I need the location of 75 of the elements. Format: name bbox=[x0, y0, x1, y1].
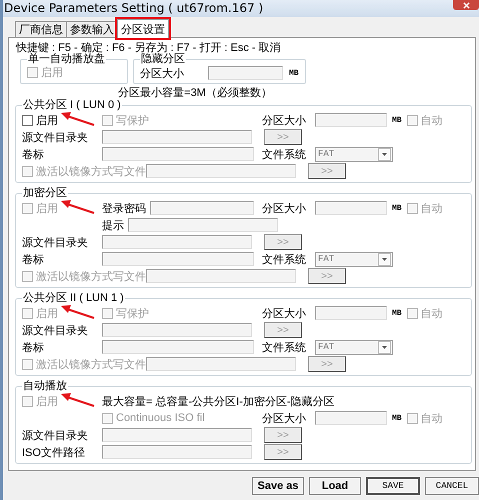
input-field[interactable] bbox=[146, 357, 296, 371]
input-field[interactable] bbox=[102, 445, 252, 459]
field-label: 文件系统 bbox=[262, 340, 306, 354]
field-label: 提示 bbox=[102, 218, 124, 232]
dropdown[interactable]: FAT bbox=[315, 146, 393, 162]
close-icon bbox=[462, 2, 470, 8]
browse-button[interactable]: >> bbox=[264, 427, 302, 443]
group-title: 加密分区 bbox=[22, 187, 68, 199]
input-field[interactable] bbox=[102, 428, 252, 442]
field-label: 登录密码 bbox=[102, 202, 146, 216]
group-title: 公共分区 II ( LUN 1 ) bbox=[22, 292, 125, 304]
browse-button[interactable]: >> bbox=[264, 129, 302, 145]
field-label: 分区大小 bbox=[262, 202, 306, 216]
note-text: 最大容量= 总容量-公共分区I-加密分区-隐藏分区 bbox=[102, 394, 335, 408]
dropdown[interactable]: FAT bbox=[315, 340, 393, 354]
dropdown[interactable]: FAT bbox=[315, 252, 393, 266]
browse-button[interactable]: >> bbox=[264, 322, 302, 338]
input-field[interactable] bbox=[102, 235, 252, 249]
unit-label: MB bbox=[392, 414, 402, 422]
unit-label: MB bbox=[392, 116, 402, 124]
field-label: 源文件目录夹 bbox=[22, 428, 88, 442]
input-field[interactable] bbox=[102, 130, 252, 144]
tab[interactable]: 厂商信息 bbox=[15, 21, 67, 37]
field-label: 分区大小 bbox=[140, 66, 184, 80]
field-label: 文件系统 bbox=[262, 252, 306, 266]
dialog-button[interactable]: CANCEL bbox=[425, 477, 479, 495]
browse-button[interactable]: >> bbox=[264, 234, 302, 250]
tab[interactable]: 分区设置 bbox=[117, 19, 169, 38]
caret-icon bbox=[378, 340, 391, 354]
input-field[interactable] bbox=[146, 269, 296, 283]
group-title: 单一自动播放盘 bbox=[27, 54, 106, 65]
field-label: 卷标 bbox=[22, 340, 44, 354]
input-field[interactable] bbox=[315, 201, 387, 215]
checkbox[interactable]: 启用 bbox=[22, 112, 58, 128]
unit-label: MB bbox=[392, 204, 402, 212]
field-label: ISO文件路径 bbox=[22, 446, 85, 460]
browse-button[interactable]: >> bbox=[264, 444, 302, 460]
tab[interactable]: 参数输入 bbox=[66, 21, 118, 37]
field-label: 卷标 bbox=[22, 252, 44, 266]
input-field[interactable] bbox=[315, 411, 387, 425]
input-field[interactable] bbox=[150, 201, 254, 215]
input-field[interactable] bbox=[315, 113, 387, 127]
input-field[interactable] bbox=[102, 252, 254, 266]
field-label: 卷标 bbox=[22, 148, 44, 162]
unit-label: MB bbox=[392, 308, 402, 318]
input-field[interactable] bbox=[102, 340, 254, 354]
field-label: 源文件目录夹 bbox=[22, 130, 88, 144]
field-label: 源文件目录夹 bbox=[22, 324, 88, 338]
input-field[interactable] bbox=[102, 147, 254, 161]
group-title: 公共分区 I ( LUN 0 ) bbox=[22, 99, 122, 111]
group-title: 自动播放 bbox=[22, 380, 68, 392]
caret-icon bbox=[378, 252, 391, 266]
field-label: 分区大小 bbox=[262, 114, 306, 128]
input-field[interactable] bbox=[146, 164, 296, 178]
dialog-button[interactable]: Load bbox=[309, 477, 361, 495]
close-button[interactable] bbox=[453, 0, 479, 10]
field-label: 文件系统 bbox=[262, 148, 306, 162]
input-field[interactable] bbox=[315, 306, 387, 320]
input-field[interactable] bbox=[128, 218, 278, 232]
browse-button[interactable]: >> bbox=[308, 163, 346, 179]
field-label: 分区大小 bbox=[262, 306, 306, 320]
capacity-note: 分区最小容量=3M（必须整数） bbox=[117, 86, 273, 98]
input-field[interactable] bbox=[102, 323, 252, 337]
input-field[interactable] bbox=[208, 66, 283, 80]
field-label: 源文件目录夹 bbox=[22, 236, 88, 250]
window-title: Device Parameters Setting ( ut67rom.167 ) bbox=[3, 0, 264, 15]
browse-button[interactable]: >> bbox=[308, 268, 346, 284]
dialog-button[interactable]: SAVE bbox=[366, 477, 420, 495]
unit-label: MB bbox=[289, 68, 299, 78]
group-title: 隐藏分区 bbox=[140, 54, 186, 65]
dialog-button[interactable]: Save as bbox=[252, 477, 304, 495]
browse-button[interactable]: >> bbox=[308, 356, 346, 372]
field-label: 分区大小 bbox=[262, 412, 306, 426]
caret-icon bbox=[378, 148, 391, 160]
shortcut-hint: 快捷键 : F5 - 确定 : F6 - 另存为 : F7 - 打开 : Esc - 取消 bbox=[16, 40, 282, 54]
